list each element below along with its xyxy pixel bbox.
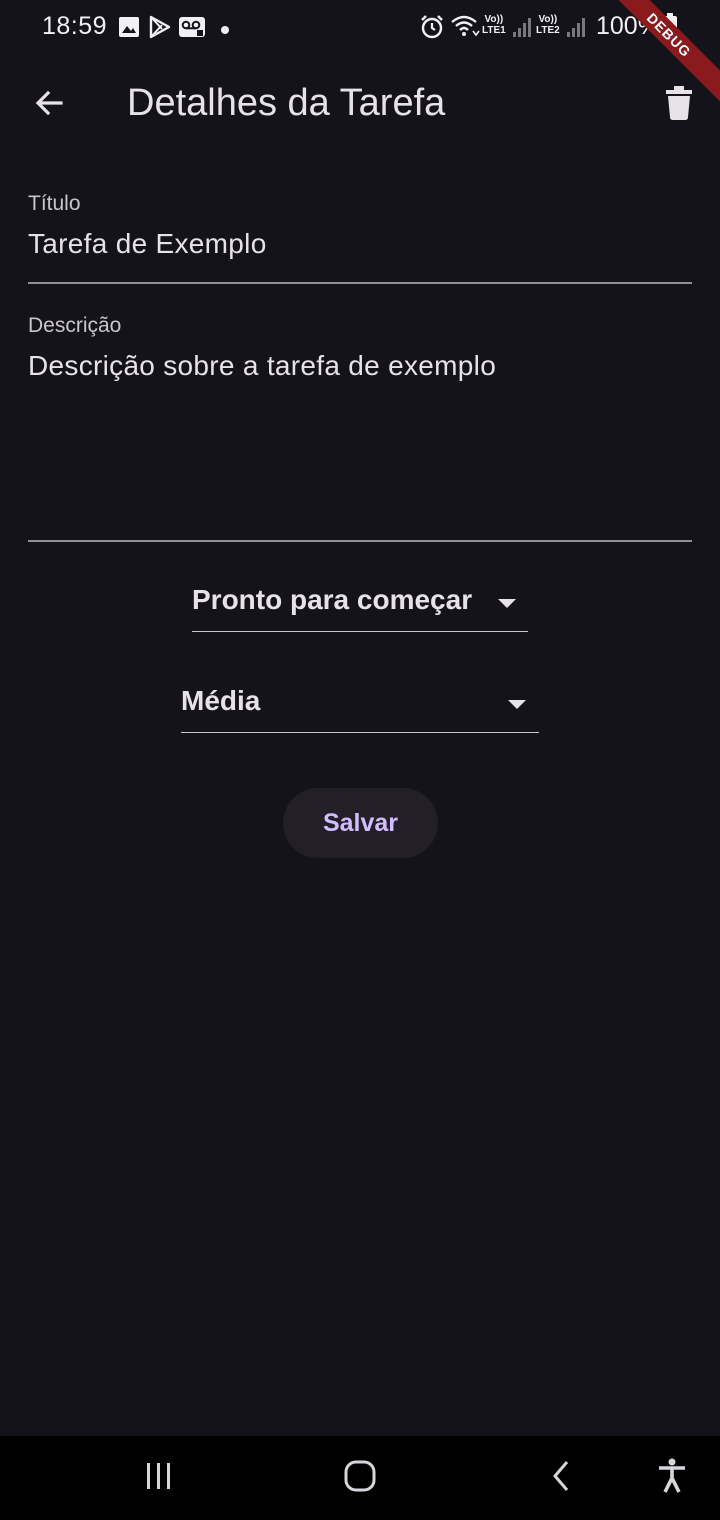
sim2-label: Vo)) LTE2: [536, 14, 560, 36]
priority-dropdown[interactable]: Média: [181, 685, 539, 733]
trash-icon: [666, 85, 692, 125]
play-store-icon: [148, 15, 172, 44]
priority-dropdown-value: Média: [181, 685, 261, 716]
title-field[interactable]: Título Tarefa de Exemplo: [28, 192, 692, 286]
signal-icon: [512, 16, 532, 43]
voicemail-icon: [178, 16, 206, 43]
home-icon: [343, 1459, 377, 1498]
title-field-value[interactable]: Tarefa de Exemplo: [28, 228, 692, 260]
description-field-value[interactable]: Descrição sobre a tarefa de exemplo: [28, 350, 692, 382]
wifi-icon: [450, 14, 480, 43]
title-field-underline: [28, 282, 692, 284]
priority-dropdown-underline: [181, 731, 539, 733]
signal-icon: [566, 16, 586, 43]
delete-button[interactable]: [656, 82, 702, 128]
status-time: 18:59: [42, 12, 108, 40]
description-field-underline: [28, 540, 692, 542]
home-button[interactable]: [336, 1454, 384, 1502]
back-icon: [549, 1459, 575, 1498]
screen: 18:59 Vo)) LTE1 Vo)) LTE2 100% DEBUG Det…: [0, 0, 720, 1520]
app-bar: Detalhes da Tarefa: [0, 56, 720, 152]
status-dropdown-value: Pronto para começar: [192, 584, 473, 615]
save-button[interactable]: Salvar: [283, 788, 438, 858]
system-back-button[interactable]: [538, 1454, 586, 1502]
title-field-label: Título: [28, 192, 81, 215]
status-dropdown[interactable]: Pronto para começar: [192, 584, 528, 632]
accessibility-button[interactable]: [648, 1454, 696, 1502]
system-nav-bar: [0, 1436, 720, 1520]
description-field[interactable]: Descrição Descrição sobre a tarefa de ex…: [28, 314, 692, 544]
dot-icon: [220, 22, 230, 40]
description-field-label: Descrição: [28, 314, 122, 337]
arrow-back-icon: [33, 87, 65, 124]
image-icon: [118, 16, 140, 43]
back-button[interactable]: [26, 82, 72, 128]
status-dropdown-underline: [192, 630, 528, 632]
status-bar: 18:59 Vo)) LTE1 Vo)) LTE2 100%: [0, 0, 720, 56]
accessibility-icon: [657, 1458, 687, 1499]
alarm-icon: [420, 14, 444, 45]
sim1-label: Vo)) LTE1: [482, 14, 506, 36]
chevron-down-icon: [508, 700, 526, 709]
recent-apps-button[interactable]: [135, 1454, 183, 1502]
page-title: Detalhes da Tarefa: [127, 82, 446, 124]
chevron-down-icon: [498, 599, 516, 608]
recent-apps-icon: [144, 1461, 174, 1496]
